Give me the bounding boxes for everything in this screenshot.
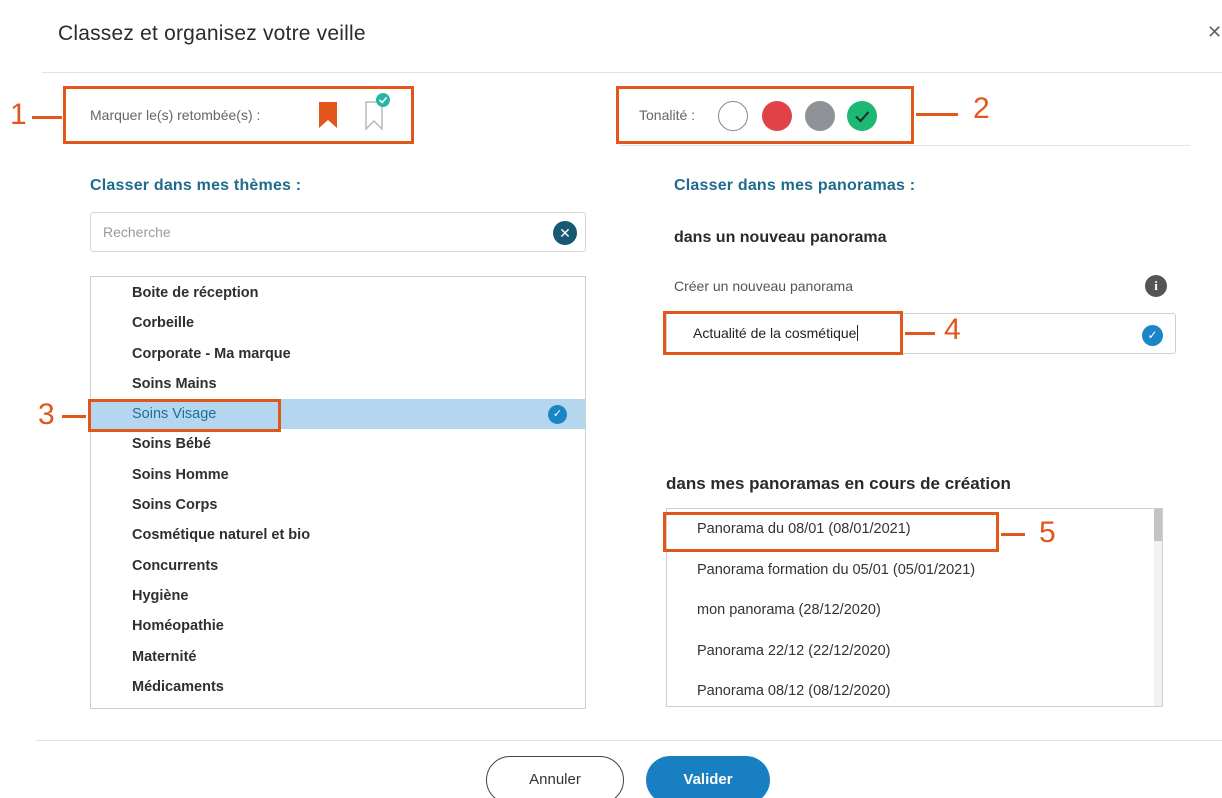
theme-item-label: Soins Homme bbox=[132, 466, 229, 483]
theme-item-label: Boite de réception bbox=[132, 285, 259, 301]
theme-item-label: Hygiène bbox=[132, 587, 189, 604]
callout-line-1 bbox=[32, 116, 62, 119]
theme-item-label: Concurrents bbox=[132, 557, 219, 574]
theme-item-label: Maternité bbox=[132, 648, 197, 665]
theme-list-item[interactable]: Corporate - Ma marque bbox=[91, 339, 585, 369]
callout-number-3: 3 bbox=[38, 398, 55, 431]
panorama-list-item[interactable]: Panorama 22/12 (22/12/2020) bbox=[667, 631, 1162, 672]
theme-list-item[interactable]: Soins Homme bbox=[91, 460, 585, 490]
scrollbar-thumb[interactable] bbox=[1154, 509, 1162, 541]
theme-list-item[interactable]: Homéopathie bbox=[91, 611, 585, 641]
theme-item-label: Homéopathie bbox=[132, 618, 224, 635]
theme-list-item[interactable]: Soins Bébé bbox=[91, 429, 585, 459]
tone-red-button[interactable] bbox=[762, 101, 792, 131]
confirm-check-icon[interactable]: ✓ bbox=[1142, 325, 1163, 346]
bookmark-checked-icon[interactable] bbox=[362, 92, 392, 132]
theme-list-item[interactable]: Concurrents bbox=[91, 551, 585, 581]
callout-number-5: 5 bbox=[1039, 516, 1056, 549]
callout-number-2: 2 bbox=[973, 92, 990, 125]
theme-list-item[interactable]: Soins Corps bbox=[91, 490, 585, 520]
callout-number-1: 1 bbox=[10, 98, 27, 131]
tone-white-button[interactable] bbox=[718, 101, 748, 131]
theme-item-label: Soins Bébé bbox=[132, 436, 211, 453]
footer-divider bbox=[36, 740, 1222, 741]
theme-list-item[interactable]: Soins Mains bbox=[91, 369, 585, 399]
theme-item-label: Corbeille bbox=[132, 315, 195, 332]
tonality-label: Tonalité : bbox=[639, 107, 696, 123]
panoramas-section-title: Classer dans mes panoramas : bbox=[674, 177, 916, 194]
panorama-list-item[interactable]: Panorama formation du 05/01 (05/01/2021) bbox=[667, 550, 1162, 591]
callout-number-4: 4 bbox=[944, 313, 961, 346]
bookmark-filled-icon[interactable] bbox=[318, 101, 338, 129]
in-progress-title: dans mes panoramas en cours de création bbox=[666, 474, 1011, 493]
panorama-list-item[interactable]: Panorama 08/12 (08/12/2020) bbox=[667, 671, 1162, 706]
modal-title: Classez et organisez votre veille bbox=[58, 22, 366, 45]
theme-list-item[interactable]: Maternité bbox=[91, 642, 585, 672]
callout-line-2 bbox=[916, 113, 958, 116]
callout-line-5 bbox=[1001, 533, 1025, 536]
theme-search-box: ✕ bbox=[90, 212, 586, 252]
callout-box-theme bbox=[88, 399, 281, 432]
new-panorama-title: dans un nouveau panorama bbox=[674, 229, 887, 246]
info-icon[interactable]: i bbox=[1145, 275, 1167, 297]
validate-button[interactable]: Valider bbox=[646, 756, 770, 798]
theme-item-label: Médicaments bbox=[132, 678, 224, 695]
theme-item-label: Cosmétique naturel et bio bbox=[132, 527, 311, 544]
callout-line-3 bbox=[62, 415, 86, 418]
theme-search-input[interactable] bbox=[91, 213, 511, 251]
tone-green-button[interactable] bbox=[847, 101, 877, 131]
theme-list[interactable]: Boite de réception Corbeille Corporate - M… bbox=[90, 276, 586, 709]
theme-list-item[interactable]: Médicaments bbox=[91, 672, 585, 702]
theme-list-item[interactable]: Boite de réception bbox=[91, 278, 585, 308]
themes-section-title: Classer dans mes thèmes : bbox=[90, 177, 302, 194]
theme-item-label: Soins Corps bbox=[132, 497, 218, 514]
theme-list-item[interactable]: Cosmétique naturel et bio bbox=[91, 520, 585, 550]
theme-item-label: Soins Mains bbox=[132, 375, 217, 392]
callout-line-4 bbox=[905, 332, 935, 335]
clear-search-icon[interactable]: ✕ bbox=[553, 221, 577, 245]
marker-label: Marquer le(s) retombée(s) : bbox=[90, 107, 261, 123]
panorama-list-item[interactable]: mon panorama (28/12/2020) bbox=[667, 590, 1162, 631]
create-panorama-label: Créer un nouveau panorama bbox=[674, 278, 854, 294]
theme-list-item[interactable]: Hygiène bbox=[91, 581, 585, 611]
cancel-button[interactable]: Annuler bbox=[486, 756, 624, 798]
check-icon bbox=[855, 111, 870, 123]
callout-box-panorama bbox=[663, 512, 999, 552]
section-divider bbox=[620, 145, 1190, 146]
close-icon[interactable]: ✕ bbox=[1207, 22, 1222, 43]
theme-item-label: Corporate - Ma marque bbox=[132, 345, 291, 362]
theme-list-item[interactable]: Corbeille bbox=[91, 308, 585, 338]
callout-box-new-panorama bbox=[663, 311, 903, 355]
header-divider bbox=[42, 72, 1222, 73]
tone-grey-button[interactable] bbox=[805, 101, 835, 131]
selected-check-icon: ✓ bbox=[548, 405, 567, 425]
